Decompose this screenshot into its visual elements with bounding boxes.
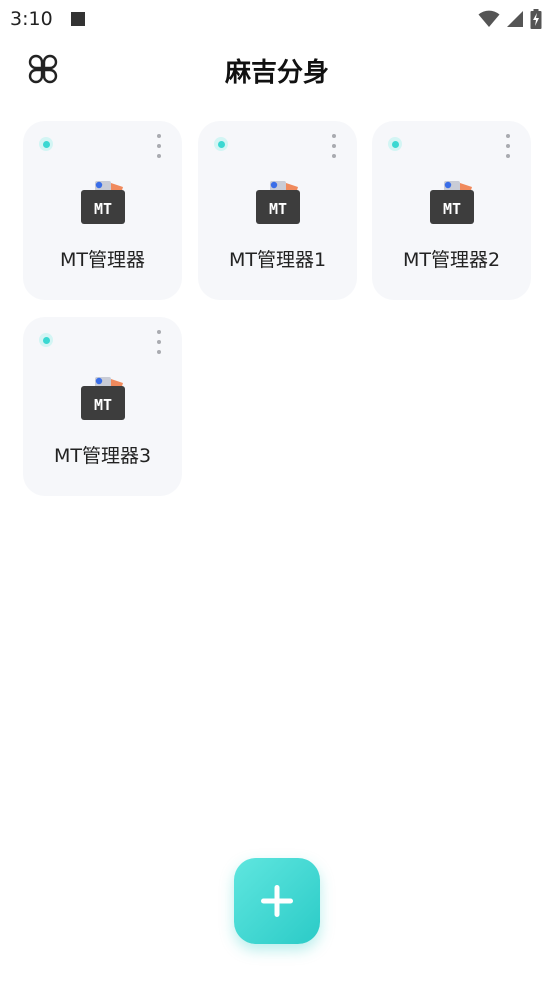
dot bbox=[157, 134, 161, 138]
more-options-button[interactable] bbox=[501, 133, 515, 159]
app-label: MT管理器3 bbox=[53, 445, 152, 467]
status-time: 3:10 bbox=[10, 8, 53, 30]
dot bbox=[332, 154, 336, 158]
app-card[interactable]: MT MT管理器3 bbox=[23, 317, 182, 496]
dot bbox=[332, 144, 336, 148]
mt-manager-app-icon: MT bbox=[256, 181, 300, 224]
app-screen: 3:10 麻吉分身 MT MT管理器 MT MT管理器1 MT MT管理器2 M… bbox=[0, 0, 554, 984]
app-card[interactable]: MT MT管理器 bbox=[23, 121, 182, 300]
running-status-dot bbox=[39, 137, 53, 151]
app-label: MT管理器 bbox=[60, 249, 145, 271]
mt-manager-app-icon: MT bbox=[81, 377, 125, 420]
plus-icon bbox=[261, 885, 293, 917]
dot bbox=[506, 134, 510, 138]
dot bbox=[157, 330, 161, 334]
running-status-dot bbox=[388, 137, 402, 151]
dot bbox=[332, 134, 336, 138]
dot bbox=[506, 144, 510, 148]
cell-signal-icon bbox=[507, 11, 523, 27]
app-card[interactable]: MT MT管理器1 bbox=[198, 121, 357, 300]
more-options-button[interactable] bbox=[152, 133, 166, 159]
app-label: MT管理器2 bbox=[402, 249, 501, 271]
more-options-button[interactable] bbox=[327, 133, 341, 159]
app-icon-text: MT bbox=[94, 200, 112, 218]
mt-manager-app-icon: MT bbox=[81, 181, 125, 224]
app-icon-text: MT bbox=[269, 200, 287, 218]
dot bbox=[506, 154, 510, 158]
mt-manager-app-icon: MT bbox=[430, 181, 474, 224]
app-icon-text: MT bbox=[443, 200, 461, 218]
running-status-dot bbox=[39, 333, 53, 347]
app-header: 麻吉分身 bbox=[0, 38, 554, 100]
more-options-button[interactable] bbox=[152, 329, 166, 355]
status-left: 3:10 bbox=[10, 8, 85, 30]
dot bbox=[157, 340, 161, 344]
dot bbox=[157, 144, 161, 148]
status-right bbox=[478, 9, 542, 29]
running-status-dot bbox=[214, 137, 228, 151]
app-icon-text: MT bbox=[94, 396, 112, 414]
app-card[interactable]: MT MT管理器2 bbox=[372, 121, 531, 300]
app-label: MT管理器1 bbox=[228, 249, 327, 271]
notification-square-icon bbox=[70, 12, 85, 26]
page-title: 麻吉分身 bbox=[224, 58, 329, 88]
battery-charging-icon bbox=[530, 9, 542, 29]
status-bar: 3:10 bbox=[0, 0, 554, 38]
add-app-button[interactable] bbox=[234, 858, 320, 944]
wifi-icon bbox=[478, 10, 500, 27]
dot bbox=[157, 154, 161, 158]
dot bbox=[157, 350, 161, 354]
